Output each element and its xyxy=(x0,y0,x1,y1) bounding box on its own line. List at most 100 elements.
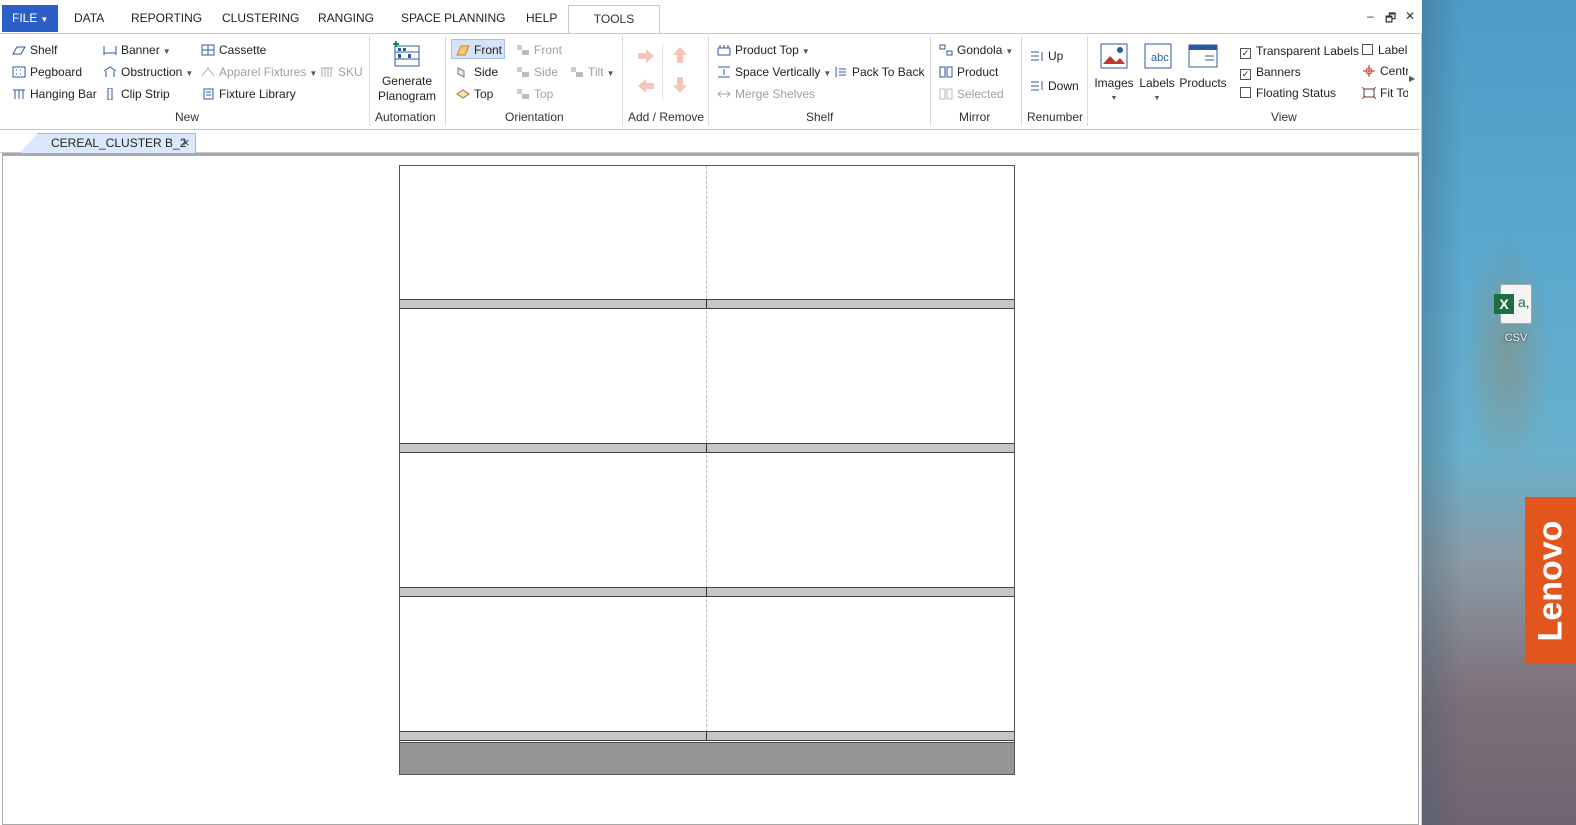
merge-shelves-icon xyxy=(717,87,731,99)
close-tab-icon[interactable]: × xyxy=(182,135,190,150)
lenovo-logo: Lenovo xyxy=(1525,497,1576,664)
product-front-icon xyxy=(516,43,530,55)
product-side-button[interactable]: Side xyxy=(516,63,558,81)
tab-help[interactable]: HELP xyxy=(516,6,567,32)
group-separator xyxy=(930,36,931,126)
close-window-button[interactable]: ✕ xyxy=(1405,9,1415,23)
group-label-orientation: Orientation xyxy=(505,110,564,124)
labels-button[interactable]: abc Labels ▼ xyxy=(1137,42,1177,106)
product-top-orient-button[interactable]: Top xyxy=(516,85,553,103)
renumber-up-icon xyxy=(1030,49,1044,61)
hanging-bar-button[interactable]: Hanging Bar xyxy=(12,85,97,103)
fit-to-button[interactable]: Fit To xyxy=(1362,84,1408,102)
shelf[interactable] xyxy=(400,299,1014,309)
shelf-space[interactable] xyxy=(400,597,1014,731)
label-checkbox[interactable]: Label xyxy=(1362,41,1408,59)
csv-icon-label: CSV xyxy=(1504,332,1528,344)
tab-data[interactable]: DATA xyxy=(64,6,114,32)
planogram-fixture[interactable] xyxy=(399,165,1015,775)
mirror-gondola-button[interactable]: Gondola ▼ xyxy=(939,41,1013,59)
images-button[interactable]: Images ▼ xyxy=(1093,42,1135,106)
pegboard-button[interactable]: Pegboard xyxy=(12,63,82,81)
svg-text:abc: abc xyxy=(1151,52,1169,64)
floating-status-checkbox[interactable]: Floating Status xyxy=(1240,84,1336,102)
renumber-up-button[interactable]: Up xyxy=(1030,47,1063,65)
transparent-labels-checkbox[interactable]: ✓ Transparent Labels xyxy=(1240,42,1359,60)
remove-down-arrow-icon[interactable] xyxy=(672,76,688,97)
shelf-space[interactable] xyxy=(400,309,1014,443)
products-button[interactable]: Products xyxy=(1178,42,1228,91)
lenovo-logo-text: Lenovo xyxy=(1531,520,1569,641)
minimize-button[interactable]: – xyxy=(1367,9,1374,23)
group-separator xyxy=(708,36,709,126)
mirror-product-icon xyxy=(939,65,953,78)
tab-tools[interactable]: TOOLS xyxy=(568,5,660,34)
banner-button[interactable]: Banner ▼ xyxy=(103,41,171,59)
merge-shelves-button[interactable]: Merge Shelves xyxy=(717,85,815,103)
tab-ranging[interactable]: RANGING xyxy=(308,6,384,32)
pegboard-icon xyxy=(12,65,26,78)
banners-checkbox[interactable]: ✓ Banners xyxy=(1240,63,1301,81)
tilt-icon xyxy=(570,65,584,77)
shelf[interactable] xyxy=(400,443,1014,453)
shelf-button[interactable]: Shelf xyxy=(12,41,57,59)
labels-dropdown-arrow: ▼ xyxy=(1153,95,1161,102)
tab-clustering[interactable]: CLUSTERING xyxy=(212,6,309,32)
renumber-down-icon xyxy=(1030,79,1044,91)
shelf-icon xyxy=(12,43,26,55)
document-tab-bar: CEREAL_CLUSTER B_2 × xyxy=(0,131,1420,153)
mirror-selected-icon xyxy=(939,87,953,100)
cassette-icon xyxy=(201,43,215,56)
group-separator xyxy=(622,36,623,126)
mirror-product-button[interactable]: Product xyxy=(939,63,998,81)
group-label-automation: Automation xyxy=(375,110,436,124)
group-label-shelf: Shelf xyxy=(806,110,834,124)
fixture-library-button[interactable]: Fixture Library xyxy=(201,85,296,103)
document-tab[interactable]: CEREAL_CLUSTER B_2 × xyxy=(20,133,196,153)
orientation-top-button[interactable]: Top xyxy=(456,85,493,103)
group-label-view: View xyxy=(1271,110,1297,124)
shelf-space[interactable] xyxy=(400,166,1014,299)
clip-strip-button[interactable]: Clip Strip xyxy=(103,85,170,103)
product-front-button[interactable]: Front xyxy=(516,41,562,59)
restore-button[interactable]: 🗗 xyxy=(1385,9,1396,30)
images-icon xyxy=(1098,42,1130,72)
center-button[interactable]: Centr xyxy=(1362,62,1408,80)
sku-button[interactable]: SKU xyxy=(320,63,363,81)
tab-reporting[interactable]: REPORTING xyxy=(121,6,212,32)
add-up-arrow-icon[interactable] xyxy=(672,46,688,67)
ribbon-scroll-right-icon[interactable]: ▶ xyxy=(1409,74,1415,83)
generate-planogram-button[interactable]: Generate Planogram xyxy=(374,40,440,104)
orientation-side-button[interactable]: Side xyxy=(456,63,498,81)
obstruction-button[interactable]: Obstruction ▼ xyxy=(103,63,193,81)
obstruction-icon xyxy=(103,65,117,77)
mirror-selected-button[interactable]: Selected xyxy=(939,85,1004,103)
csv-file-desktop-icon[interactable]: X a, CSV xyxy=(1494,284,1538,346)
shelf-space[interactable] xyxy=(400,453,1014,587)
generate-planogram-icon xyxy=(391,40,423,70)
group-separator xyxy=(1021,36,1022,126)
shelf[interactable] xyxy=(400,587,1014,597)
tab-space-planning[interactable]: SPACE PLANNING xyxy=(391,6,515,32)
group-label-new: New xyxy=(175,110,200,124)
orientation-front-button[interactable]: Front xyxy=(456,41,502,59)
file-menu-button[interactable]: FILE ▼ xyxy=(2,5,58,32)
side-icon xyxy=(456,65,470,78)
group-separator xyxy=(445,36,446,126)
product-top-shelf-icon xyxy=(717,43,731,56)
planogram-app-window: FILE ▼ DATA REPORTING CLUSTERING RANGING … xyxy=(0,0,1422,825)
fit-to-icon xyxy=(1362,86,1377,100)
shelf[interactable] xyxy=(400,731,1014,741)
add-remove-divider xyxy=(662,44,663,100)
add-right-arrow-icon[interactable] xyxy=(637,48,655,67)
product-top-button[interactable]: Product Top ▼ xyxy=(717,41,810,59)
space-vertically-button[interactable]: Space Vertically ▼ xyxy=(717,63,831,81)
pack-to-back-button[interactable]: Pack To Back xyxy=(834,63,924,81)
tilt-button[interactable]: Tilt ▼ xyxy=(570,63,614,81)
cassette-button[interactable]: Cassette xyxy=(201,41,266,59)
group-label-add-remove: Add / Remove xyxy=(628,110,705,124)
apparel-fixtures-button[interactable]: Apparel Fixtures ▼ xyxy=(201,63,317,81)
planogram-label: Planogram xyxy=(377,89,437,103)
renumber-down-button[interactable]: Down xyxy=(1030,77,1079,95)
remove-left-arrow-icon[interactable] xyxy=(637,78,655,97)
